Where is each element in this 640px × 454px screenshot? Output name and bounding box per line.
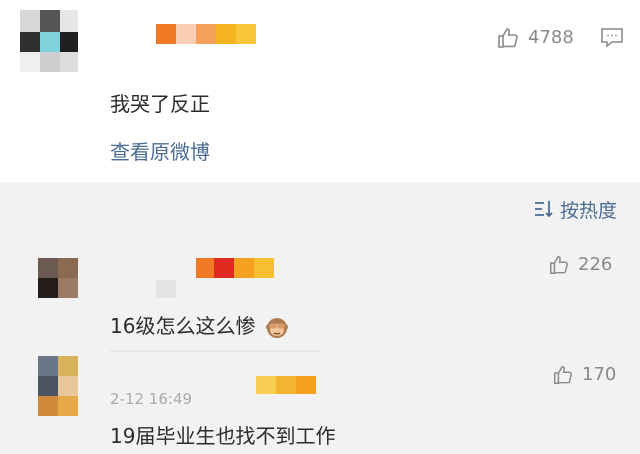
username[interactable] — [174, 258, 274, 278]
like-count: 226 — [578, 254, 613, 275]
timestamp: 2-12 16:49 — [110, 390, 193, 408]
username[interactable] — [156, 24, 256, 44]
like-count: 4788 — [528, 27, 574, 48]
thumbs-up-icon — [496, 26, 520, 50]
comment-icon[interactable] — [600, 27, 624, 49]
thumbs-up-icon — [552, 364, 574, 386]
sort-icon — [534, 199, 556, 219]
comment-text: 我哭了反正 — [110, 92, 210, 116]
like-button[interactable]: 226 — [548, 254, 628, 278]
avatar[interactable] — [38, 356, 78, 416]
comment-text: 19届毕业生也找不到工作 — [110, 424, 336, 448]
like-button[interactable]: 170 — [552, 364, 632, 388]
list-item: 2-12 16:49 170 19届毕业生也找不到工作 — [0, 350, 640, 454]
like-count: 170 — [582, 364, 617, 385]
sort-by-hot-button[interactable]: 按热度 — [534, 196, 624, 222]
like-button[interactable]: 4788 — [496, 26, 586, 50]
sort-label: 按热度 — [560, 200, 618, 222]
username[interactable] — [256, 376, 316, 394]
see-no-evil-monkey-icon — [265, 316, 289, 340]
comment-text: 16级怎么这么惨 — [110, 310, 289, 340]
view-original-post-link[interactable]: 查看原微博 — [110, 136, 210, 165]
original-comment-card: 4788 我哭了反正 查看原微博 — [0, 0, 640, 182]
avatar[interactable] — [38, 258, 78, 298]
avatar[interactable] — [20, 10, 78, 80]
list-item: 226 16级怎么这么惨 — [0, 240, 640, 340]
thumbs-up-icon — [548, 254, 570, 276]
